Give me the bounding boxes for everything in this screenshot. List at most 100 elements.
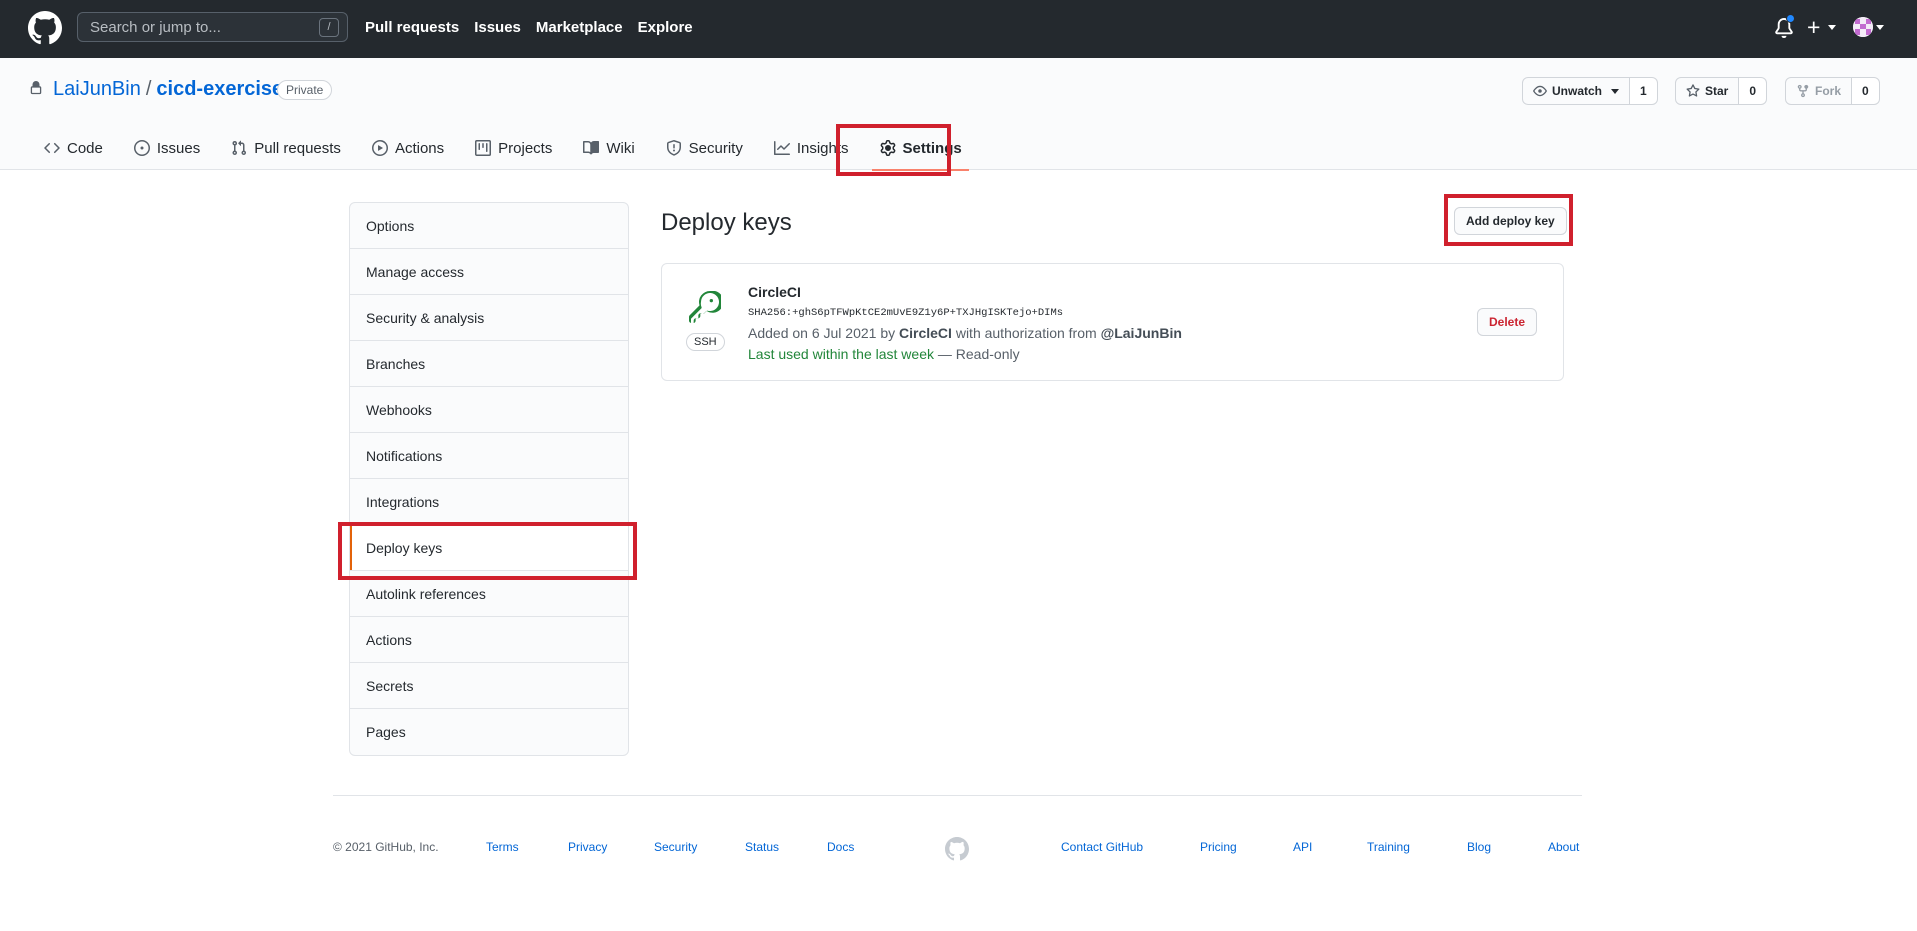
menu-item-options[interactable]: Options — [350, 203, 628, 249]
watch-caret-icon — [1611, 88, 1620, 94]
menu-item-label: Webhooks — [366, 401, 432, 418]
user-avatar[interactable] — [1853, 17, 1873, 37]
footer-link-docs[interactable]: Docs — [827, 840, 854, 854]
key-last-used: Last used within the last week — [748, 346, 934, 362]
github-mark-icon[interactable] — [945, 837, 969, 861]
tab-pull-requests[interactable]: Pull requests — [215, 126, 356, 170]
tab-security-label: Security — [688, 139, 743, 157]
unwatch-label: Unwatch — [1552, 84, 1603, 98]
book-icon — [583, 140, 600, 155]
tab-pull-requests-label: Pull requests — [254, 139, 341, 157]
graph-icon — [773, 141, 790, 155]
create-dropdown-caret-icon[interactable] — [1828, 25, 1836, 30]
nav-marketplace[interactable]: Marketplace — [536, 19, 623, 36]
tab-insights[interactable]: Insights — [758, 126, 864, 170]
menu-item-deploy-keys[interactable]: Deploy keys — [350, 525, 628, 571]
nav-pull-requests[interactable]: Pull requests — [365, 19, 459, 36]
tab-security[interactable]: Security — [650, 126, 758, 170]
settings-sidebar-menu: Options Manage access Security & analysi… — [349, 202, 629, 756]
project-icon — [475, 140, 492, 156]
star-label: Star — [1705, 84, 1729, 98]
tab-settings[interactable]: Settings — [864, 126, 977, 171]
nav-explore[interactable]: Explore — [638, 19, 693, 36]
repo-name-link[interactable]: cicd-exercise — [156, 78, 283, 100]
menu-item-security-analysis[interactable]: Security & analysis — [350, 295, 628, 341]
footer-divider — [333, 795, 1582, 796]
watchers-count[interactable]: 1 — [1630, 77, 1658, 105]
nav-issues[interactable]: Issues — [474, 19, 521, 36]
tab-actions[interactable]: Actions — [356, 126, 459, 170]
fork-button-group: Fork 0 — [1785, 77, 1880, 105]
delete-key-button[interactable]: Delete — [1477, 308, 1538, 336]
star-icon — [1686, 84, 1700, 97]
tab-code[interactable]: Code — [28, 126, 118, 170]
key-added-by: CircleCI — [899, 325, 952, 341]
code-icon — [44, 142, 60, 154]
repo-title-separator: / — [145, 78, 152, 100]
search-placeholder: Search or jump to... — [90, 19, 221, 36]
star-button[interactable]: Star — [1675, 77, 1740, 105]
key-access-level: — Read-only — [934, 346, 1020, 362]
menu-item-label: Security & analysis — [366, 309, 485, 326]
footer-link-api[interactable]: API — [1293, 840, 1312, 854]
repo-name: cicd-exercise — [156, 78, 284, 100]
menu-item-notifications[interactable]: Notifications — [350, 433, 628, 479]
menu-item-label: Branches — [366, 355, 426, 372]
menu-item-webhooks[interactable]: Webhooks — [350, 387, 628, 433]
fork-button[interactable]: Fork — [1785, 77, 1853, 105]
footer-link-status[interactable]: Status — [745, 840, 779, 854]
search-input[interactable]: Search or jump to... / — [77, 12, 348, 42]
menu-item-actions[interactable]: Actions — [350, 617, 628, 663]
stars-count[interactable]: 0 — [1739, 77, 1768, 105]
pull-request-icon — [232, 140, 247, 156]
menu-item-label: Options — [366, 217, 415, 234]
footer-link-security[interactable]: Security — [654, 840, 697, 854]
menu-item-branches[interactable]: Branches — [350, 341, 628, 387]
footer-link-blog[interactable]: Blog — [1467, 840, 1491, 854]
add-deploy-key-button[interactable]: Add deploy key — [1454, 207, 1567, 235]
menu-item-label: Pages — [366, 724, 406, 740]
footer-link-terms[interactable]: Terms — [486, 840, 519, 854]
menu-item-pages[interactable]: Pages — [350, 709, 628, 755]
repo-title: LaiJunBin / cicd-exercise — [53, 78, 283, 101]
gear-icon — [880, 140, 895, 156]
tab-issues[interactable]: Issues — [118, 126, 215, 170]
repo-owner-link[interactable]: LaiJunBin — [53, 78, 141, 100]
footer-link-contact[interactable]: Contact GitHub — [1061, 840, 1143, 854]
footer-link-training[interactable]: Training — [1367, 840, 1410, 854]
key-title: CircleCI — [748, 284, 801, 300]
fork-icon — [1797, 84, 1809, 98]
tab-wiki-label: Wiki — [606, 139, 635, 157]
key-auth-text: with authorization from — [955, 325, 1097, 341]
tab-wiki[interactable]: Wiki — [567, 126, 649, 170]
unwatch-button[interactable]: Unwatch — [1522, 77, 1631, 105]
issue-icon — [133, 140, 150, 156]
tab-issues-label: Issues — [156, 139, 201, 157]
menu-item-manage-access[interactable]: Manage access — [350, 249, 628, 295]
menu-item-autolink-references[interactable]: Autolink references — [350, 571, 628, 617]
menu-item-secrets[interactable]: Secrets — [350, 663, 628, 709]
deploy-key-item: SSH CircleCI SHA256:+ghS6pTFWpKtCE2mUvE9… — [661, 263, 1564, 381]
footer-link-pricing[interactable]: Pricing — [1200, 840, 1237, 854]
menu-item-label: Autolink references — [366, 585, 486, 602]
menu-item-integrations[interactable]: Integrations — [350, 479, 628, 525]
forks-count[interactable]: 0 — [1852, 77, 1880, 105]
menu-item-label: Manage access — [366, 263, 465, 280]
tab-projects[interactable]: Projects — [459, 126, 567, 170]
star-button-group: Star 0 — [1675, 77, 1768, 105]
create-new-plus-icon[interactable]: + — [1807, 14, 1820, 40]
watch-button-group: Unwatch 1 — [1522, 77, 1658, 105]
menu-item-label: Deploy keys — [366, 539, 443, 556]
fork-label: Fork — [1815, 84, 1842, 98]
user-menu-caret-icon[interactable] — [1876, 25, 1884, 30]
menu-item-label: Secrets — [366, 677, 414, 694]
key-added-date: Added on 6 Jul 2021 by — [748, 325, 896, 341]
key-usage-info: Last used within the last week — Read-on… — [748, 346, 1020, 362]
menu-item-label: Integrations — [366, 493, 440, 510]
eye-icon — [1533, 85, 1547, 97]
footer-link-privacy[interactable]: Privacy — [568, 840, 607, 854]
footer-link-about[interactable]: About — [1548, 840, 1579, 854]
menu-item-label: Notifications — [366, 447, 443, 464]
github-logo-icon[interactable] — [28, 11, 62, 45]
key-icon — [689, 291, 721, 323]
